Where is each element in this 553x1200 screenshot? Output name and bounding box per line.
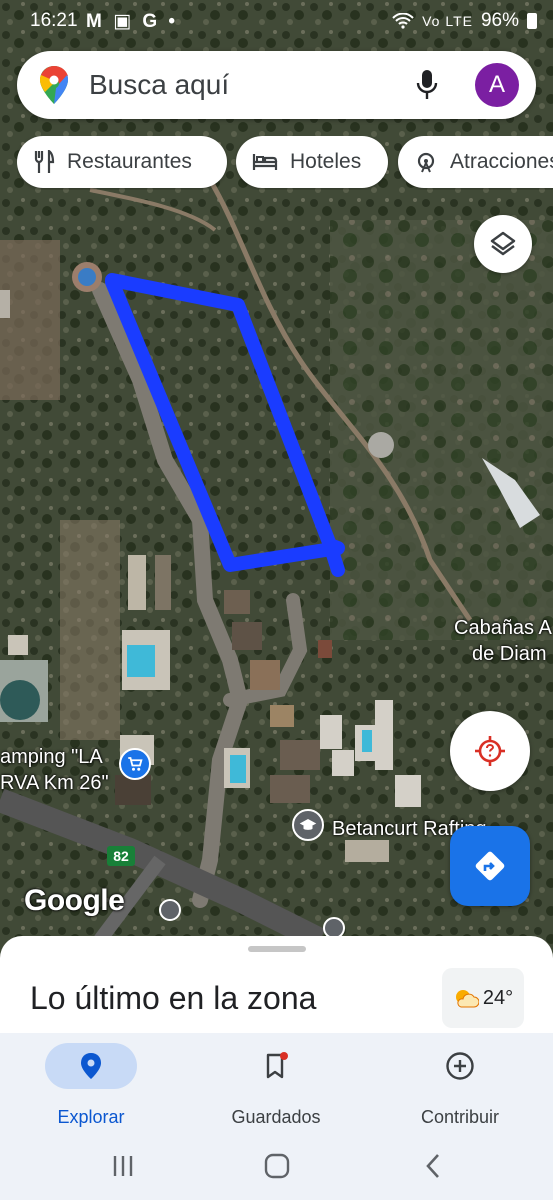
nav-explore[interactable]: Explorar <box>21 1043 161 1133</box>
nav-saved[interactable]: Guardados <box>206 1043 346 1133</box>
nav-label: Guardados <box>231 1107 321 1127</box>
status-bar: 16:21 M ▣ G • Vo LTE 96% <box>0 0 553 42</box>
weather-temp: 24° <box>482 986 514 1009</box>
sheet-drag-handle[interactable] <box>248 946 306 952</box>
microphone-icon[interactable] <box>415 69 439 101</box>
shopping-cart-icon[interactable] <box>119 748 151 780</box>
chip-label: Restaurantes <box>67 150 192 173</box>
chip-label: Hoteles <box>290 150 362 173</box>
nav-saved-indicator <box>230 1043 322 1089</box>
my-location-button[interactable] <box>450 711 530 791</box>
system-nav-bar <box>0 1133 553 1200</box>
graduation-cap-icon[interactable] <box>292 809 324 841</box>
bottom-nav: Explorar Guardados Contribuir <box>0 1033 553 1133</box>
fork-knife-icon <box>34 150 55 173</box>
recent-apps-icon[interactable] <box>108 1151 138 1181</box>
sheet-title: Lo último en la zona <box>30 980 317 1016</box>
nav-contribute-indicator <box>414 1043 506 1089</box>
nav-label: Explorar <box>57 1107 125 1127</box>
chip-hotels[interactable]: Hoteles <box>236 136 388 188</box>
status-right: Vo LTE 96% <box>392 10 537 32</box>
place-label-cabanas-2[interactable]: de Diam <box>472 642 546 666</box>
add-circle-icon <box>446 1052 474 1080</box>
battery-percent: 96% <box>480 10 519 31</box>
nav-contribute[interactable]: Contribuir <box>390 1043 530 1133</box>
layers-button[interactable] <box>474 215 532 273</box>
partly-sunny-icon <box>455 990 479 1008</box>
layers-icon <box>490 231 516 256</box>
search-input[interactable] <box>89 65 389 105</box>
route-shield: 82 <box>107 846 135 866</box>
status-time: 16:21 <box>30 10 78 31</box>
nav-label: Contribuir <box>420 1107 500 1127</box>
category-chips: Restaurantes Hoteles Atracciones <box>17 136 553 190</box>
place-label-camping[interactable]: amping "LA <box>0 745 103 769</box>
bed-icon <box>252 154 278 170</box>
bus-stop-icon[interactable] <box>159 899 181 921</box>
signal-label: Vo LTE <box>422 13 473 29</box>
battery-icon <box>527 13 537 29</box>
nav-explore-indicator <box>45 1043 137 1089</box>
bookmark-icon <box>266 1052 288 1079</box>
chip-restaurants[interactable]: Restaurantes <box>17 136 227 188</box>
place-label-camping-2[interactable]: RVA Km 26" <box>0 771 109 795</box>
maps-logo-icon <box>40 66 68 104</box>
account-avatar[interactable]: A <box>475 63 519 107</box>
back-icon[interactable] <box>418 1151 448 1181</box>
chip-label: Atracciones <box>450 150 553 173</box>
directions-button[interactable] <box>450 826 530 906</box>
wifi-icon <box>392 13 414 29</box>
notification-icons: M ▣ G • <box>86 11 179 32</box>
attractions-icon <box>417 152 435 173</box>
place-label-cabanas[interactable]: Cabañas A <box>454 616 552 640</box>
weather-chip[interactable]: 24° <box>442 968 524 1028</box>
chip-attractions[interactable]: Atracciones <box>398 136 553 188</box>
location-unknown-icon <box>475 736 505 766</box>
directions-icon <box>475 851 505 881</box>
google-attribution: Google <box>24 884 125 917</box>
home-icon[interactable] <box>262 1151 292 1181</box>
search-bar[interactable]: A <box>17 51 536 119</box>
pin-icon <box>81 1053 101 1079</box>
